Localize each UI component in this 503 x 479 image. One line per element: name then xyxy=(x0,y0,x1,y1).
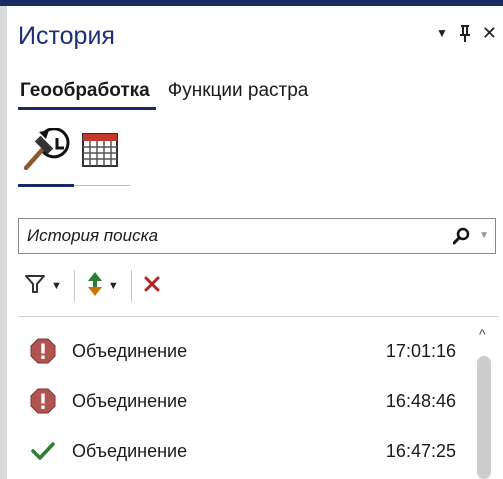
chevron-down-icon: ▼ xyxy=(107,280,119,292)
calendar-icon xyxy=(82,131,118,172)
search-icon[interactable] xyxy=(452,227,471,250)
chevron-down-icon: ▼ xyxy=(51,280,62,292)
tab-geoprocessing[interactable]: Геообработка xyxy=(18,80,156,110)
panel-title: История xyxy=(18,22,115,50)
delete-icon xyxy=(144,276,160,297)
panel-header-controls: ▼ ✕ xyxy=(436,20,497,46)
sort-button[interactable]: ▼ xyxy=(81,269,125,303)
search-input[interactable] xyxy=(27,223,427,249)
close-icon[interactable]: ✕ xyxy=(482,24,497,42)
subtab-history[interactable] xyxy=(18,126,76,176)
history-toolbar: ▼ ▼ xyxy=(18,264,498,308)
history-item-time: 16:48:46 xyxy=(385,390,456,411)
history-item-name: Объединение xyxy=(72,340,188,361)
toolbar-separator xyxy=(73,270,75,302)
error-icon xyxy=(28,386,58,416)
tab-raster-functions[interactable]: Функции растра xyxy=(166,80,311,108)
subtab-divider xyxy=(74,185,130,186)
toolbar-divider xyxy=(18,316,498,317)
main-tabs: Геообработка Функции растра xyxy=(18,80,324,110)
history-list: Объединение 17:01:16 Объединение 16:48:4… xyxy=(18,326,466,476)
scroll-up-icon[interactable]: ^ xyxy=(479,326,486,342)
history-item-name: Объединение xyxy=(72,440,188,461)
filter-icon xyxy=(24,273,46,300)
history-item-time: 16:47:25 xyxy=(385,440,456,461)
scrollbar-thumb[interactable] xyxy=(477,356,491,479)
pin-icon[interactable] xyxy=(459,24,471,42)
filter-button[interactable]: ▼ xyxy=(18,269,68,303)
history-item[interactable]: Объединение 16:48:46 xyxy=(18,376,466,426)
search-box: ▼ xyxy=(18,218,496,254)
delete-button[interactable] xyxy=(138,269,166,303)
history-item[interactable]: Объединение 16:47:25 xyxy=(18,426,466,476)
history-hammer-icon xyxy=(22,126,72,175)
search-options-chevron-icon[interactable]: ▼ xyxy=(479,230,489,241)
dropdown-arrow-icon[interactable]: ▼ xyxy=(436,27,448,39)
checkmark-icon xyxy=(28,436,58,466)
history-item-name: Объединение xyxy=(72,390,188,411)
history-item-time: 17:01:16 xyxy=(385,340,456,361)
history-item[interactable]: Объединение 17:01:16 xyxy=(18,326,466,376)
error-icon xyxy=(28,336,58,366)
dock-left-border xyxy=(0,6,7,479)
toolbar-separator xyxy=(130,270,132,302)
window-top-border xyxy=(0,0,503,6)
subtab-calendar[interactable] xyxy=(80,126,120,176)
vertical-scrollbar[interactable]: ^ xyxy=(474,326,496,479)
sort-icon xyxy=(87,271,103,302)
subtab-active-indicator xyxy=(18,184,74,187)
